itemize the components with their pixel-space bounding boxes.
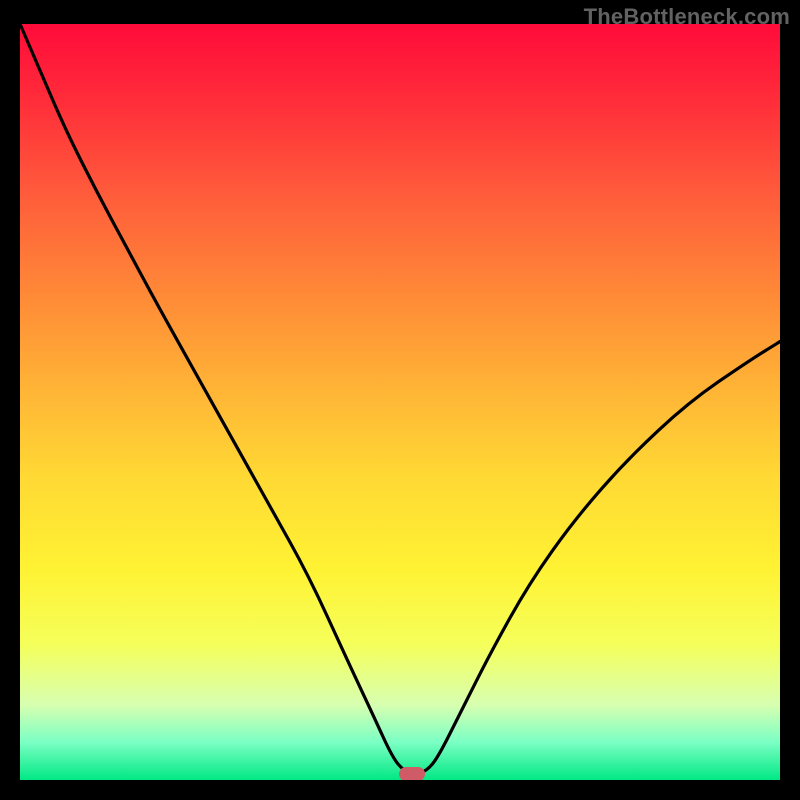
watermark-label: TheBottleneck.com bbox=[584, 4, 790, 30]
bottleneck-curve bbox=[20, 24, 780, 780]
minimum-marker bbox=[399, 767, 425, 780]
plot-area bbox=[20, 24, 780, 780]
chart-frame: TheBottleneck.com bbox=[0, 0, 800, 800]
